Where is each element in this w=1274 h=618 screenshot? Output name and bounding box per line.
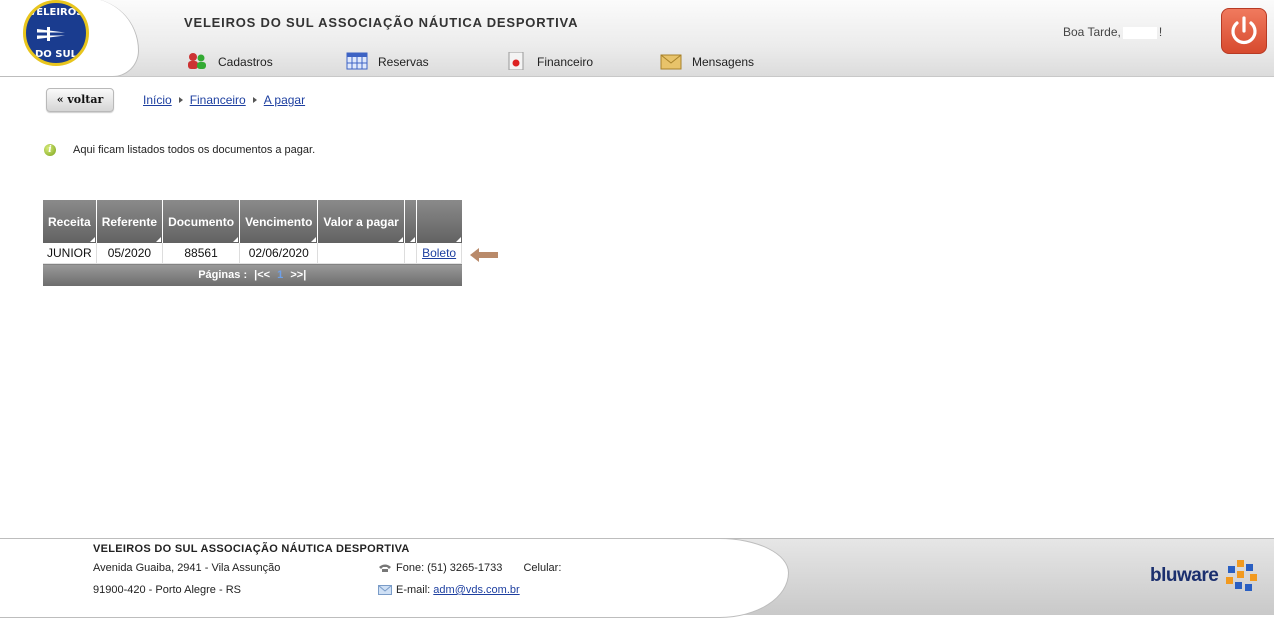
breadcrumb: Início Financeiro A pagar: [143, 93, 305, 107]
greeting: Boa Tarde,!: [1063, 25, 1162, 39]
footer-cep: 91900-420 - Porto Alegre - RS: [93, 584, 241, 596]
phone-icon: [379, 564, 391, 573]
breadcrumb-separator-icon: [178, 97, 183, 103]
cell-referente: 05/2020: [96, 243, 164, 264]
pennant-icon: [37, 27, 77, 41]
breadcrumb-separator-icon: [252, 97, 257, 103]
mail-icon: [378, 585, 392, 596]
payables-table: Receita Referente Documento Vencimento V…: [43, 200, 462, 286]
footer-title: VELEIROS DO SUL ASSOCIAÇÃO NÁUTICA DESPO…: [93, 543, 410, 555]
info-message: i Aqui ficam listados todos os documento…: [44, 144, 315, 156]
back-button[interactable]: « voltar: [46, 88, 114, 112]
nav-label: Reservas: [378, 55, 429, 69]
col-label: Receita: [48, 214, 91, 229]
footer-mobile: Celular:: [523, 562, 562, 574]
table-header-row: Receita Referente Documento Vencimento V…: [43, 200, 462, 243]
footer-address: Avenida Guaiba, 2941 - Vila Assunção: [93, 562, 281, 574]
calendar-icon: [346, 52, 368, 70]
nav-financeiro[interactable]: Financeiro: [505, 48, 593, 70]
org-title: VELEIROS DO SUL ASSOCIAÇÃO NÁUTICA DESPO…: [184, 15, 579, 30]
logo-text-bottom: DO SUL: [35, 49, 77, 60]
footer-email-label: E-mail:: [396, 584, 431, 596]
nav-label: Mensagens: [692, 55, 755, 69]
footer: VELEIROS DO SUL ASSOCIAÇÃO NÁUTICA DESPO…: [0, 538, 1274, 618]
greeting-prefix: Boa Tarde,: [1063, 25, 1121, 39]
nav-label: Cadastros: [218, 55, 273, 69]
bluware-wordmark: bluware: [1150, 565, 1219, 586]
breadcrumb-inicio[interactable]: Início: [143, 93, 172, 107]
pager-last[interactable]: >>|: [290, 269, 306, 281]
footer-email-line: E-mail: adm@vds.com.br: [378, 584, 520, 596]
people-icon: [188, 53, 206, 69]
power-icon: [1231, 16, 1257, 45]
footer-phone-line: Fone: (51) 3265-1733 Celular:: [378, 562, 561, 574]
col-extra[interactable]: [404, 200, 418, 243]
sort-corner-icon: [455, 237, 461, 242]
pager-label: Páginas :: [198, 269, 248, 281]
info-text: Aqui ficam listados todos os documentos …: [73, 144, 316, 156]
col-label: Documento: [168, 214, 235, 229]
sort-corner-icon: [233, 237, 239, 242]
cell-vencimento: 02/06/2020: [239, 243, 319, 264]
col-referente[interactable]: Referente: [96, 200, 164, 243]
cell-documento: 88561: [162, 243, 241, 264]
pager: Páginas : |<< 1 >>|: [43, 263, 462, 286]
col-acao[interactable]: [416, 200, 462, 243]
header-bar: VELEIROS DO SUL VELEIROS DO SUL ASSOCIAÇ…: [0, 0, 1274, 77]
sort-corner-icon: [89, 237, 95, 242]
logo-text-top: VELEIROS: [28, 7, 84, 18]
nav-mensagens[interactable]: Mensagens: [660, 48, 754, 70]
col-label: Vencimento: [245, 214, 313, 229]
col-valor[interactable]: Valor a pagar: [317, 200, 405, 243]
nav-reservas[interactable]: Reservas: [346, 48, 429, 70]
nav-cadastros[interactable]: Cadastros: [186, 48, 273, 70]
table-row: JUNIOR 05/2020 88561 02/06/2020 Boleto: [43, 243, 462, 264]
col-vencimento[interactable]: Vencimento: [239, 200, 319, 243]
breadcrumb-financeiro[interactable]: Financeiro: [190, 93, 246, 107]
greeting-suffix: !: [1158, 25, 1163, 39]
cell-valor: [317, 243, 405, 264]
info-icon: i: [44, 144, 56, 156]
nav-label: Financeiro: [537, 55, 594, 69]
cell-extra: [404, 243, 418, 264]
pager-row: Páginas : |<< 1 >>|: [43, 263, 462, 286]
sort-corner-icon: [410, 237, 416, 242]
bluware-brand[interactable]: bluware: [1150, 558, 1260, 594]
footer-email-link[interactable]: adm@vds.com.br: [433, 584, 519, 596]
logo-tab: VELEIROS DO SUL: [0, 0, 139, 77]
footer-phone: Fone: (51) 3265-1733: [396, 562, 503, 574]
pager-first[interactable]: |<<: [254, 269, 270, 281]
club-logo[interactable]: VELEIROS DO SUL: [23, 0, 89, 66]
sort-corner-icon: [311, 237, 317, 242]
envelope-icon: [660, 54, 682, 70]
sort-corner-icon: [156, 237, 162, 242]
pager-current[interactable]: 1: [277, 269, 283, 281]
bluware-logo-icon: [1226, 560, 1258, 591]
col-label: Referente: [101, 214, 158, 229]
col-documento[interactable]: Documento: [162, 200, 241, 243]
masked-username: [1122, 26, 1157, 39]
left-arrow-icon: [470, 248, 498, 262]
cell-acao: Boleto: [416, 243, 462, 264]
document-icon: [508, 52, 524, 70]
col-receita[interactable]: Receita: [43, 200, 97, 243]
sort-corner-icon: [397, 237, 403, 242]
breadcrumb-a-pagar[interactable]: A pagar: [264, 93, 305, 107]
cell-receita: JUNIOR: [43, 243, 97, 264]
logout-button[interactable]: [1221, 8, 1267, 54]
col-label: Valor a pagar: [323, 214, 399, 229]
boleto-link[interactable]: Boleto: [422, 246, 456, 260]
